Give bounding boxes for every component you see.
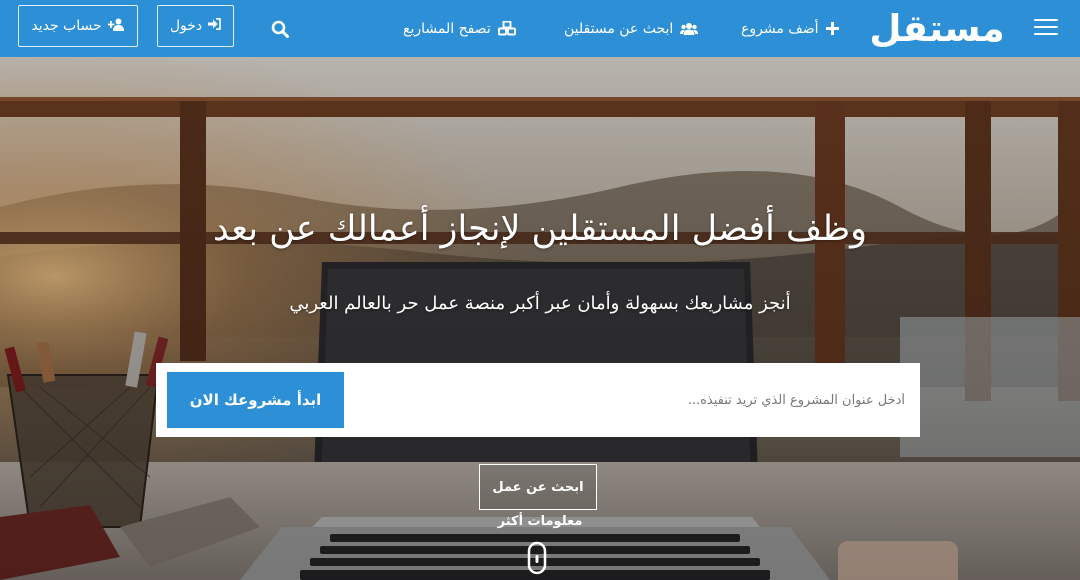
- login-label: دخول: [169, 18, 203, 34]
- search-icon[interactable]: [268, 0, 292, 57]
- nav-add-project[interactable]: أضف مشروع: [741, 0, 845, 57]
- user-plus-icon: [107, 18, 125, 35]
- sign-in-icon: [208, 18, 221, 34]
- mouse-scroll-icon[interactable]: [527, 541, 547, 575]
- start-project-button[interactable]: ابدأ مشروعك الان: [167, 372, 344, 428]
- nav-browse-projects[interactable]: تصفح المشاريع: [403, 0, 529, 57]
- hero-section: وظف أفضل المستقلين لإنجاز أعمالك عن بعد …: [0, 57, 1080, 580]
- nav-browse-projects-label: تصفح المشاريع: [403, 20, 491, 37]
- users-icon: [680, 22, 699, 36]
- nav-find-freelancers[interactable]: ابحث عن مستقلين: [564, 0, 706, 57]
- project-search-form: ابدأ مشروعك الان: [156, 363, 920, 437]
- project-title-input[interactable]: [346, 376, 911, 424]
- nav-find-freelancers-label: ابحث عن مستقلين: [564, 20, 674, 37]
- nav-add-project-label: أضف مشروع: [741, 20, 819, 37]
- login-button[interactable]: دخول: [157, 5, 234, 47]
- top-navbar: مستقل أضف مشروع ابحث عن مستقلين تصفح الم…: [0, 0, 1080, 57]
- register-label: حساب جديد: [31, 18, 102, 34]
- find-work-button[interactable]: ابحث عن عمل: [479, 464, 597, 510]
- plus-icon: [825, 22, 839, 35]
- site-logo[interactable]: مستقل: [868, 0, 1006, 57]
- hero-subtitle: أنجز مشاريعك بسهولة وأمان عبر أكبر منصة …: [289, 293, 791, 314]
- hamburger-menu-icon[interactable]: [1034, 17, 1058, 37]
- cubes-icon: [497, 21, 516, 36]
- register-button[interactable]: حساب جديد: [18, 5, 138, 47]
- hero-title: وظف أفضل المستقلين لإنجاز أعمالك عن بعد: [212, 209, 867, 249]
- more-info-label[interactable]: معلومات أكثر: [0, 514, 1080, 529]
